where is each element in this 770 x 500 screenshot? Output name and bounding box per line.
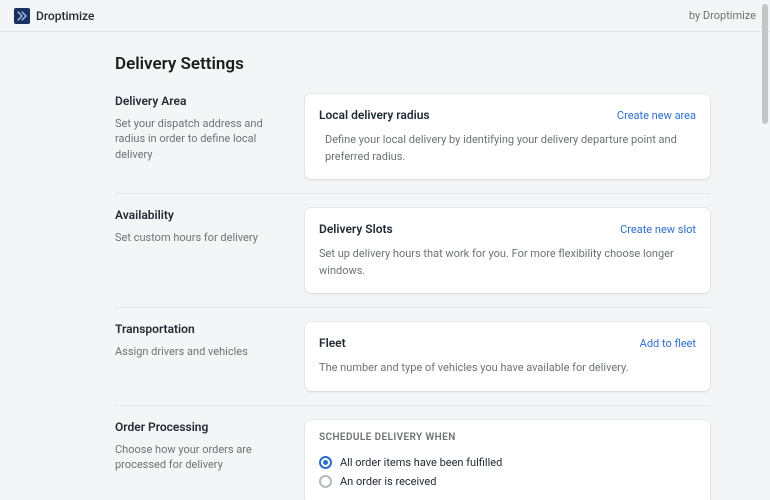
radio-option-order-received[interactable]: An order is received xyxy=(319,472,696,491)
card-schedule-delivery: SCHEDULE DELIVERY WHEN All order items h… xyxy=(305,420,710,500)
card-body-text: Define your local delivery by identifyin… xyxy=(319,132,696,165)
brand-logo-icon xyxy=(14,8,30,24)
byline: by Droptimize xyxy=(689,9,756,22)
radio-label: An order is received xyxy=(340,475,436,488)
section-heading: Order Processing xyxy=(115,420,285,434)
card-title: Fleet xyxy=(319,336,346,350)
radio-icon xyxy=(319,475,332,488)
create-new-area-link[interactable]: Create new area xyxy=(617,109,696,122)
add-to-fleet-link[interactable]: Add to fleet xyxy=(640,337,696,350)
create-new-slot-link[interactable]: Create new slot xyxy=(620,223,696,236)
card-fleet: Fleet Add to fleet The number and type o… xyxy=(305,322,710,391)
radio-group-schedule: All order items have been fulfilled An o… xyxy=(319,453,696,491)
card-local-delivery-radius: Local delivery radius Create new area De… xyxy=(305,94,710,179)
section-heading: Availability xyxy=(115,208,285,222)
brand-name: Droptimize xyxy=(36,9,94,23)
card-title: Delivery Slots xyxy=(319,222,393,236)
radio-icon xyxy=(319,456,332,469)
top-bar: Droptimize by Droptimize xyxy=(0,0,770,32)
radio-label: All order items have been fulfilled xyxy=(340,456,502,469)
page-title: Delivery Settings xyxy=(115,54,710,74)
card-body-text: The number and type of vehicles you have… xyxy=(319,360,696,377)
card-subheading: SCHEDULE DELIVERY WHEN xyxy=(319,432,696,443)
page-content: Delivery Settings Delivery Area Set your… xyxy=(0,32,770,500)
card-title: Local delivery radius xyxy=(319,108,430,122)
section-order-processing: Order Processing Choose how your orders … xyxy=(115,405,710,500)
brand: Droptimize xyxy=(14,8,94,24)
section-delivery-area: Delivery Area Set your dispatch address … xyxy=(115,94,710,193)
section-transportation: Transportation Assign drivers and vehicl… xyxy=(115,307,710,405)
section-desc: Choose how your orders are processed for… xyxy=(115,442,285,473)
section-desc: Set custom hours for delivery xyxy=(115,230,285,245)
section-desc: Assign drivers and vehicles xyxy=(115,344,285,359)
section-heading: Transportation xyxy=(115,322,285,336)
section-desc: Set your dispatch address and radius in … xyxy=(115,116,285,162)
scrollbar[interactable] xyxy=(762,4,768,124)
card-delivery-slots: Delivery Slots Create new slot Set up de… xyxy=(305,208,710,293)
section-availability: Availability Set custom hours for delive… xyxy=(115,193,710,307)
section-heading: Delivery Area xyxy=(115,94,285,108)
radio-option-all-fulfilled[interactable]: All order items have been fulfilled xyxy=(319,453,696,472)
card-body-text: Set up delivery hours that work for you.… xyxy=(319,246,696,279)
